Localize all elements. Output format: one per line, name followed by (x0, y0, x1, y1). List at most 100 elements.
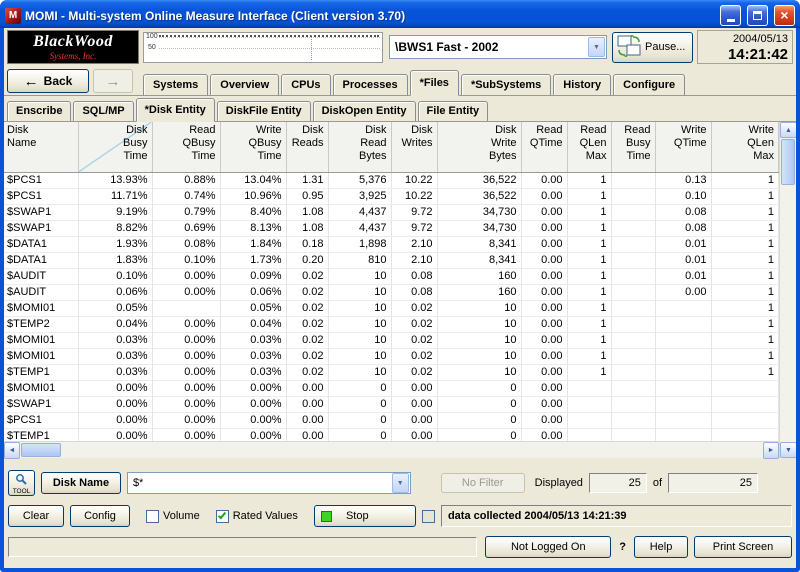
column-header-write-qbusy-time[interactable]: WriteQBusyTime (220, 122, 286, 172)
minimize-button[interactable] (720, 5, 741, 26)
table-row[interactable]: $DATA11.93%0.08%1.84%0.181,8982.108,3410… (4, 236, 779, 252)
table-row[interactable]: $SWAP18.82%0.69%8.13%1.084,4379.7234,730… (4, 220, 779, 236)
horizontal-scroll-thumb[interactable] (21, 443, 61, 457)
cell-read-qlen-max: 1 (567, 284, 611, 300)
tab-processes[interactable]: Processes (333, 74, 408, 95)
forward-button[interactable]: → (93, 69, 133, 93)
pause-button[interactable]: Pause... (612, 32, 693, 63)
cell-disk-writes: 0.08 (391, 268, 437, 284)
table-row[interactable]: $MOMI010.03%0.00%0.03%0.02100.02100.0011 (4, 332, 779, 348)
table-row[interactable]: $AUDIT0.06%0.00%0.06%0.02100.081600.0010… (4, 284, 779, 300)
tool-button[interactable]: TOOL (8, 470, 35, 496)
vertical-scrollbar[interactable]: ▲ ▼ (779, 122, 796, 458)
cell-read-qlen-max: 1 (567, 332, 611, 348)
table-row[interactable]: $DATA11.83%0.10%1.73%0.208102.108,3410.0… (4, 252, 779, 268)
tab-cpus[interactable]: CPUs (281, 74, 330, 95)
horizontal-scrollbar[interactable]: ◄ ► (4, 441, 779, 458)
cell-disk-name: $MOMI01 (4, 332, 78, 348)
config-button[interactable]: Config (70, 505, 130, 527)
column-header-read-busy-time[interactable]: ReadBusyTime (611, 122, 655, 172)
chevron-down-icon[interactable]: ▼ (588, 37, 605, 57)
tab-systems[interactable]: Systems (143, 74, 208, 95)
close-button[interactable]: × (774, 5, 795, 26)
column-header-disk-reads[interactable]: DiskReads (286, 122, 328, 172)
column-header-disk-writes[interactable]: DiskWrites (391, 122, 437, 172)
rated-values-checkbox[interactable] (216, 510, 229, 523)
table-row[interactable]: $SWAP19.19%0.79%8.40%1.084,4379.7234,730… (4, 204, 779, 220)
check-icon (218, 511, 226, 520)
filter-combobox[interactable]: $* ▼ (127, 472, 411, 494)
tab-subsystems[interactable]: *SubSystems (461, 74, 551, 95)
cell-disk-write-bytes: 8,341 (437, 236, 521, 252)
no-filter-button[interactable]: No Filter (441, 473, 525, 493)
cell-disk-busy-time: 0.03% (78, 364, 152, 380)
collection-indicator-icon (321, 511, 332, 522)
horizontal-scroll-track[interactable] (62, 442, 763, 458)
table-row[interactable]: $AUDIT0.10%0.00%0.09%0.02100.081600.0010… (4, 268, 779, 284)
column-header-disk-busy-time[interactable]: DiskBusyTime (78, 122, 152, 172)
volume-checkbox[interactable] (146, 510, 159, 523)
cell-disk-read-bytes: 10 (328, 268, 391, 284)
cell-read-qlen-max (567, 428, 611, 441)
column-header-write-qtime[interactable]: WriteQTime (655, 122, 711, 172)
cell-write-qlen-max (711, 412, 779, 428)
column-header-read-qtime[interactable]: ReadQTime (521, 122, 567, 172)
column-header-disk-write-bytes[interactable]: DiskWriteBytes (437, 122, 521, 172)
maximize-button[interactable] (747, 5, 768, 26)
column-header-read-qlen-max[interactable]: ReadQLenMax (567, 122, 611, 172)
vertical-scroll-thumb[interactable] (781, 139, 795, 185)
table-row[interactable]: $MOMI010.05%0.05%0.02100.02100.0011 (4, 300, 779, 316)
subtab-diskentity[interactable]: *Disk Entity (136, 98, 215, 122)
print-screen-button[interactable]: Print Screen (694, 536, 792, 558)
tab-history[interactable]: History (553, 74, 611, 95)
help-button[interactable]: Help (634, 536, 688, 558)
subtab-diskfileentity[interactable]: DiskFile Entity (217, 101, 311, 121)
tab-overview[interactable]: Overview (210, 74, 279, 95)
table-row[interactable]: $MOMI010.00%0.00%0.00%0.0000.0000.00 (4, 380, 779, 396)
sub-tab-bar: EnscribeSQL/MP*Disk EntityDiskFile Entit… (4, 96, 796, 122)
tab-configure[interactable]: Configure (613, 74, 685, 95)
cell-disk-write-bytes: 10 (437, 348, 521, 364)
cell-read-qbusy-time: 0.00% (152, 268, 220, 284)
cell-disk-name: $SWAP1 (4, 396, 78, 412)
clear-button[interactable]: Clear (8, 505, 64, 527)
column-header-disk-read-bytes[interactable]: DiskReadBytes (328, 122, 391, 172)
filter-value: $* (128, 477, 391, 489)
table-row[interactable]: $PCS10.00%0.00%0.00%0.0000.0000.00 (4, 412, 779, 428)
cell-read-qlen-max: 1 (567, 252, 611, 268)
system-select[interactable]: \BWS1 Fast - 2002 ▼ (389, 35, 607, 59)
subtab-diskopenentity[interactable]: DiskOpen Entity (313, 101, 416, 121)
cell-read-qbusy-time: 0.74% (152, 188, 220, 204)
table-row[interactable]: $TEMP10.03%0.00%0.03%0.02100.02100.0011 (4, 364, 779, 380)
cell-write-qbusy-time: 0.09% (220, 268, 286, 284)
column-header-disk-name[interactable]: DiskName (4, 122, 78, 172)
tab-files[interactable]: *Files (410, 70, 459, 96)
cell-read-qlen-max: 1 (567, 204, 611, 220)
table-row[interactable]: $TEMP20.04%0.00%0.04%0.02100.02100.0011 (4, 316, 779, 332)
tool-icon (15, 473, 27, 488)
table-row[interactable]: $TEMP10.00%0.00%0.00%0.0000.0000.00 (4, 428, 779, 441)
table-row[interactable]: $MOMI010.03%0.00%0.03%0.02100.02100.0011 (4, 348, 779, 364)
column-header-read-qbusy-time[interactable]: ReadQBusyTime (152, 122, 220, 172)
subtab-sqlmp[interactable]: SQL/MP (73, 101, 133, 121)
cell-disk-write-bytes: 10 (437, 316, 521, 332)
back-button[interactable]: ← Back (7, 69, 89, 93)
table-row[interactable]: $PCS111.71%0.74%10.96%0.953,92510.2236,5… (4, 188, 779, 204)
cell-write-qbusy-time: 13.04% (220, 172, 286, 188)
vertical-scroll-track[interactable] (780, 186, 796, 442)
table-row[interactable]: $SWAP10.00%0.00%0.00%0.0000.0000.00 (4, 396, 779, 412)
status-checkbox[interactable] (422, 510, 435, 523)
column-select-button[interactable]: Disk Name (41, 472, 121, 494)
scroll-up-icon[interactable]: ▲ (780, 122, 796, 138)
scroll-right-icon[interactable]: ► (763, 442, 779, 459)
subtab-fileentity[interactable]: File Entity (418, 101, 489, 121)
scroll-down-icon[interactable]: ▼ (780, 442, 796, 458)
not-logged-on-button[interactable]: Not Logged On (485, 536, 611, 558)
subtab-enscribe[interactable]: Enscribe (7, 101, 71, 121)
chevron-down-icon[interactable]: ▼ (392, 473, 409, 493)
table-row[interactable]: $PCS113.93%0.88%13.04%1.315,37610.2236,5… (4, 172, 779, 188)
scroll-left-icon[interactable]: ◄ (4, 442, 20, 459)
stop-button[interactable]: Stop (314, 505, 416, 527)
cell-disk-name: $MOMI01 (4, 380, 78, 396)
column-header-write-qlen-max[interactable]: WriteQLenMax (711, 122, 779, 172)
